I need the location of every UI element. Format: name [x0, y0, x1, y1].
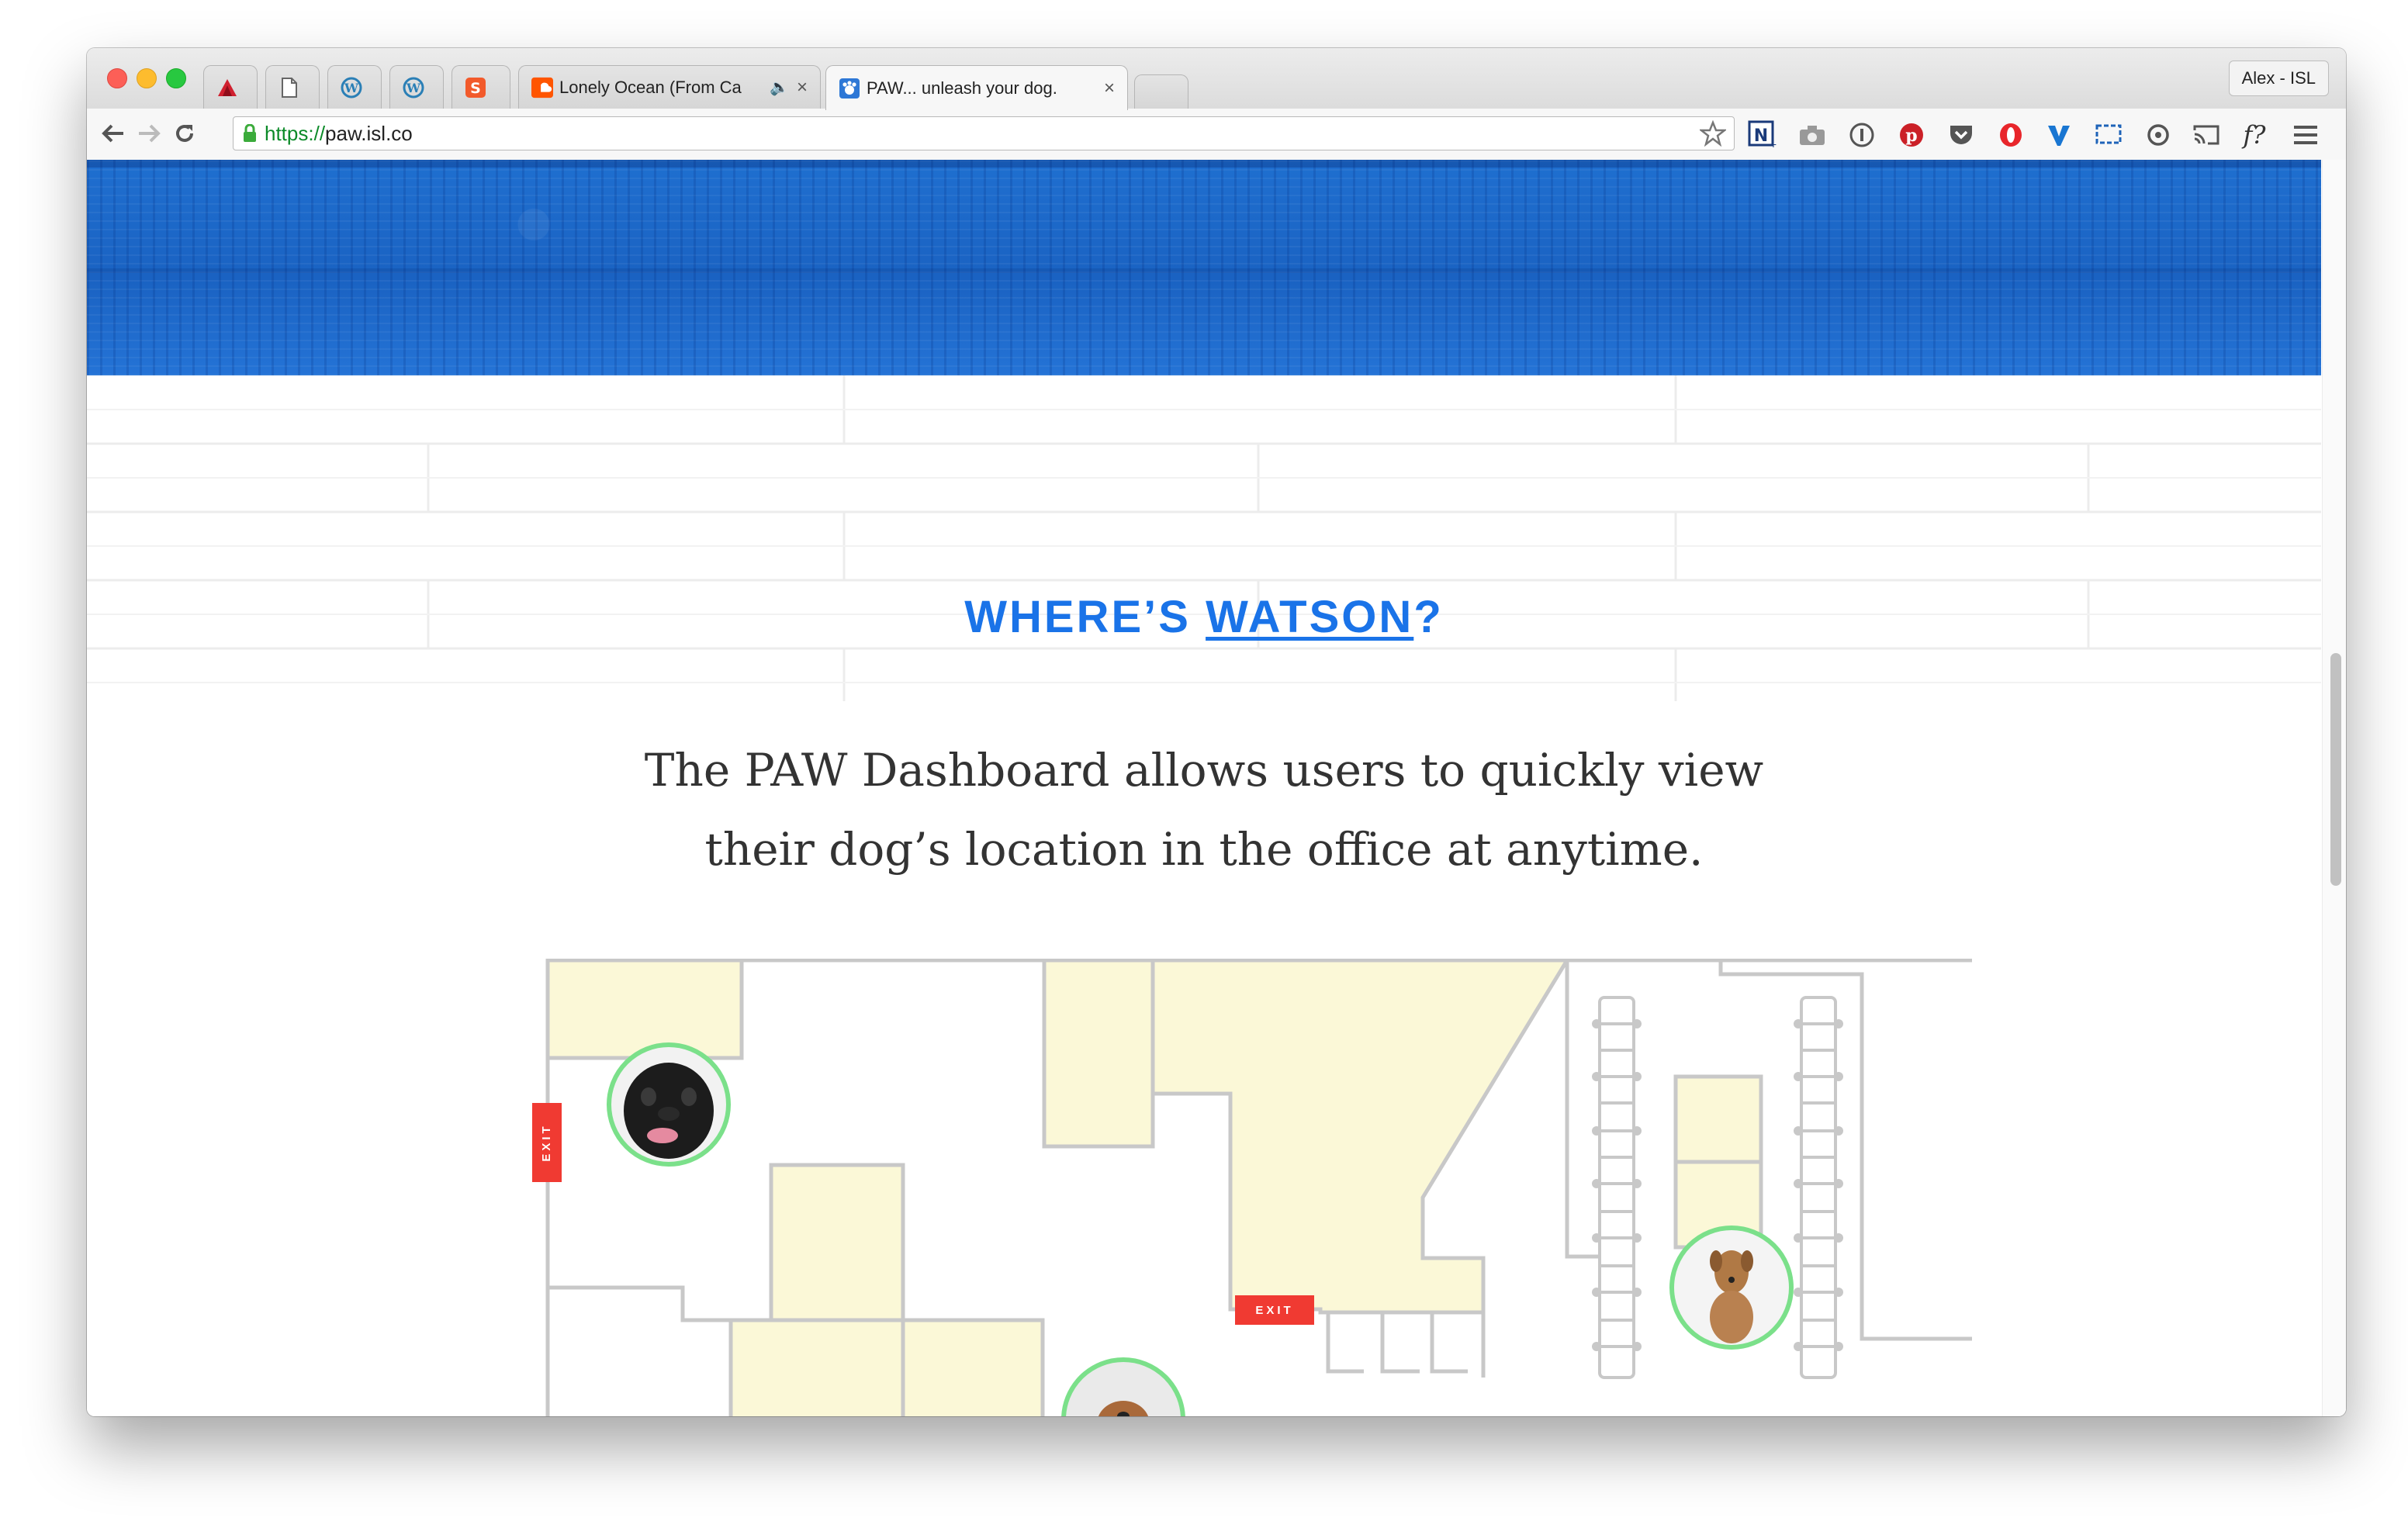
watson-link[interactable]: WATSON	[1206, 592, 1413, 642]
tab-strip: W W S Lonely Ocean (From Ca 🔈 × PAW... u…	[87, 48, 2346, 110]
opera-icon[interactable]	[1995, 119, 2026, 150]
sync-ext-icon[interactable]	[2143, 119, 2174, 150]
cast-icon[interactable]	[2191, 119, 2222, 150]
svg-text:W: W	[344, 81, 359, 95]
back-arrow-icon	[102, 124, 123, 143]
wordpress-icon: W	[341, 77, 362, 99]
n-ext-icon[interactable]: N +	[1747, 119, 1778, 150]
forward-arrow-icon	[139, 124, 161, 143]
address-bar[interactable]: https://paw.isl.co	[233, 116, 1735, 150]
tab-delta[interactable]	[203, 65, 258, 109]
tab-s-app[interactable]: S	[452, 65, 510, 109]
menu-icon[interactable]	[2290, 119, 2321, 150]
camera-icon[interactable]	[1797, 119, 1828, 150]
speaker-icon: 🔈	[770, 79, 789, 96]
dog-marker-terrier[interactable]	[1669, 1226, 1794, 1350]
section-heading: WHERE’S WATSON?	[87, 591, 2321, 643]
forward-button[interactable]	[133, 118, 164, 149]
svg-text:W: W	[406, 81, 421, 95]
tab-title: PAW... unleash your dog.	[867, 78, 1057, 98]
dog-marker-brown-puppy[interactable]	[1061, 1357, 1185, 1416]
profile-button[interactable]: Alex - ISL	[2228, 60, 2329, 96]
minimize-window-button[interactable]	[137, 68, 157, 88]
url-host: paw.isl.co	[325, 121, 413, 145]
svg-text:+: +	[1770, 138, 1777, 150]
tab-wordpress-1[interactable]: W	[327, 65, 382, 109]
f-question-icon[interactable]: f?	[2239, 119, 2270, 150]
svg-text:p: p	[1905, 126, 1917, 146]
reload-icon	[176, 125, 193, 142]
blank-page-icon	[279, 77, 300, 99]
tab-close-icon[interactable]: ×	[797, 77, 808, 99]
v-ext-icon[interactable]	[2043, 119, 2074, 150]
exit-sign-west: EXIT	[532, 1103, 562, 1182]
page-viewport: WHERE’S WATSON? The PAW Dashboard allows…	[87, 160, 2346, 1416]
zoom-window-button[interactable]	[166, 68, 186, 88]
tab-close-icon[interactable]: ×	[1104, 78, 1115, 99]
tab-paw[interactable]: PAW... unleash your dog. ×	[825, 65, 1128, 110]
exit-sign-south: EXIT	[1235, 1295, 1314, 1325]
svg-text:N: N	[1754, 126, 1768, 146]
lock-icon	[243, 124, 257, 143]
delta-icon	[216, 77, 238, 99]
exit-label: EXIT	[540, 1123, 553, 1161]
soundcloud-icon	[531, 77, 553, 99]
tab-wordpress-2[interactable]: W	[389, 65, 444, 109]
star-icon[interactable]	[1698, 119, 1728, 152]
office-floor-map: EXIT EXIT	[532, 959, 1972, 1416]
hero-image	[87, 160, 2321, 375]
s-app-icon: S	[465, 77, 486, 99]
exit-label: EXIT	[1255, 1304, 1293, 1317]
floorboard-background	[87, 375, 2321, 701]
screen-ext-icon[interactable]	[2093, 119, 2124, 150]
scrollbar-thumb[interactable]	[2330, 653, 2341, 886]
pinterest-icon[interactable]: p	[1896, 119, 1927, 150]
pocket-icon[interactable]	[1946, 119, 1977, 150]
reload-button[interactable]	[169, 118, 200, 149]
dog-marker-pug[interactable]	[607, 1042, 731, 1167]
browser-toolbar: https://paw.isl.co N + p f?	[87, 109, 2346, 161]
url-scheme: https://	[265, 121, 326, 145]
new-tab-button[interactable]	[1134, 74, 1188, 109]
paw-favicon	[839, 78, 860, 99]
dashboard-description: The PAW Dashboard allows users to quickl…	[644, 744, 1764, 876]
tab-title: Lonely Ocean (From Ca	[559, 77, 742, 97]
close-window-button[interactable]	[107, 68, 127, 88]
browser-window: W W S Lonely Ocean (From Ca 🔈 × PAW... u…	[87, 48, 2346, 1416]
tab-blank[interactable]	[265, 65, 320, 109]
svg-text:S: S	[470, 80, 481, 97]
onepassword-icon[interactable]	[1846, 119, 1877, 150]
heading-suffix: ?	[1413, 592, 1444, 642]
back-button[interactable]	[98, 118, 129, 149]
wordpress-icon: W	[403, 77, 424, 99]
heading-prefix: WHERE’S	[964, 592, 1206, 642]
tab-soundcloud[interactable]: Lonely Ocean (From Ca 🔈 ×	[518, 65, 821, 109]
